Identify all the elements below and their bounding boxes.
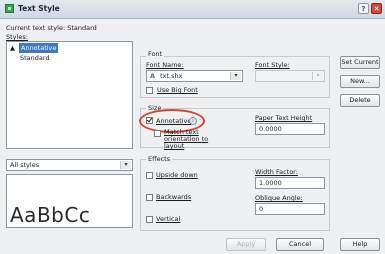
new-button[interactable]: New... [340,75,380,88]
match-orientation-label: Match text orientation to layout [164,128,209,150]
title-bar: Text Style ? ✕ [0,0,385,19]
font-style-select[interactable]: ▾ [255,70,325,82]
backwards-checkbox[interactable] [146,194,153,201]
use-big-font-label: Use Big Font [157,86,198,94]
text-style-dialog: Text Style ? ✕ Current text style: Stand… [0,0,385,254]
delete-button[interactable]: Delete [340,94,380,107]
chevron-down-icon[interactable]: ▾ [120,161,131,169]
oblique-angle-input[interactable]: 0 [255,203,325,215]
font-name-label: Font Name: [146,61,184,69]
info-icon[interactable]: i [189,117,197,125]
style-filter-select[interactable]: All styles ▾ [6,159,133,171]
preview-box: AaBbCc [6,174,133,228]
annotative-marker-icon: ▲ [10,44,15,52]
oblique-angle-label: Oblique Angle: [255,194,303,202]
set-current-button[interactable]: Set Current [340,56,380,69]
font-name-value: txt.shx [160,72,183,80]
width-factor-input[interactable]: 1.0000 [255,177,325,189]
match-orientation-checkbox[interactable] [154,130,161,137]
paper-height-input[interactable]: 0.0000 [255,123,325,135]
font-legend: Font [146,50,165,58]
width-factor-label: Width Factor: [255,168,298,176]
effects-legend: Effects [146,155,173,163]
style-filter-value: All styles [10,161,40,169]
current-style-label: Current text style: Standard [6,24,97,32]
apply-button[interactable]: Apply [226,238,266,251]
help-button[interactable]: Help [340,238,380,251]
annotative-checkbox[interactable] [146,117,153,124]
upside-down-checkbox[interactable] [146,172,153,179]
list-item-annotative[interactable]: Annotative [19,43,59,53]
text-style-icon [5,4,14,13]
help-icon[interactable]: ? [358,3,369,14]
chevron-down-icon[interactable]: ▾ [312,72,323,80]
dialog-title: Text Style [18,4,60,13]
vertical-checkbox[interactable] [146,216,153,223]
upside-down-label: Upside down [156,171,198,179]
use-big-font-checkbox[interactable] [146,87,153,94]
backwards-label: Backwards [156,193,192,201]
styles-label: Styles: [6,33,28,41]
list-item-standard[interactable]: Standard [20,54,50,62]
font-name-select[interactable]: A txt.shx ▾ [146,70,243,82]
paper-height-label: Paper Text Height [255,114,313,122]
shx-font-icon: A [150,72,156,80]
close-icon[interactable]: ✕ [371,3,382,14]
chevron-down-icon[interactable]: ▾ [230,72,241,80]
styles-list[interactable]: ▲ Annotative Standard [6,41,133,149]
annotative-label: Annotative [156,117,192,125]
vertical-label: Vertical [156,215,181,223]
cancel-button[interactable]: Cancel [276,238,324,251]
font-style-label: Font Style: [255,61,290,69]
preview-text: AaBbCc [10,203,91,227]
